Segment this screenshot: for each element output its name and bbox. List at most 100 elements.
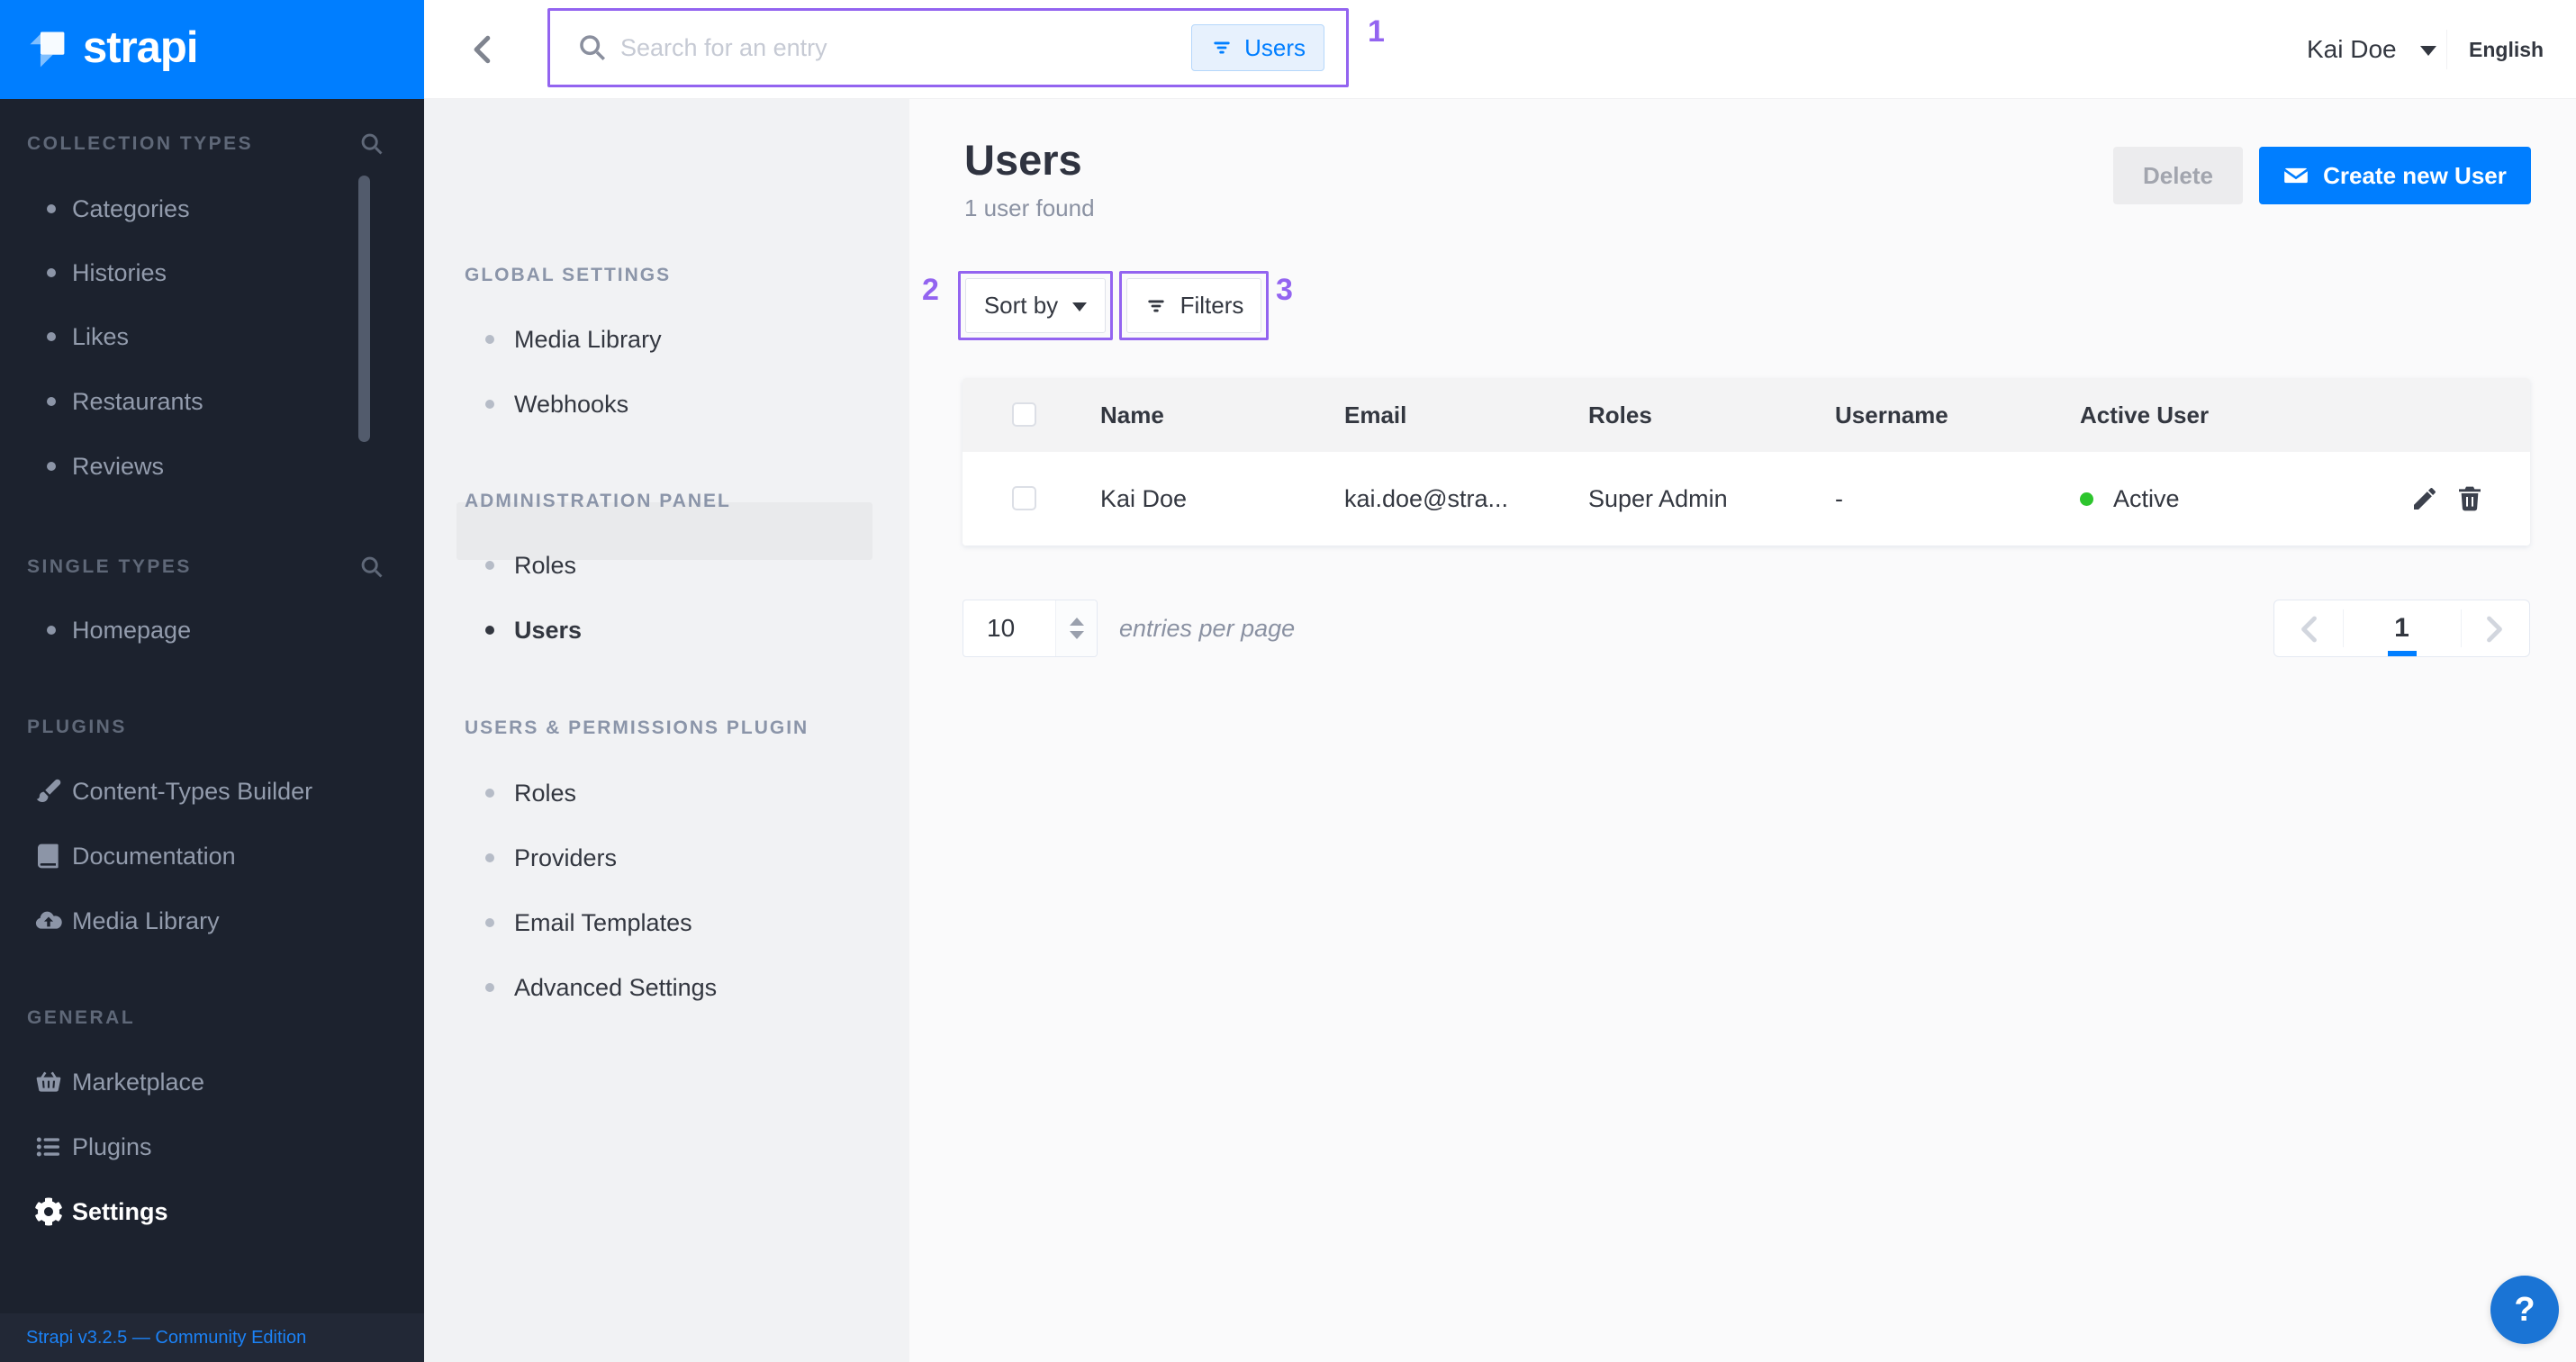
section-label: PLUGINS [27, 717, 127, 738]
help-button[interactable]: ? [2490, 1276, 2559, 1344]
settings-item-label: Roles [514, 552, 576, 580]
table-header-row: Name Email Roles Username Active User [963, 378, 2530, 452]
back-chevron-icon[interactable] [466, 32, 501, 67]
sidebar-item-label: Histories [72, 259, 167, 287]
cell-roles: Super Admin [1588, 452, 1728, 546]
main-content: Users 1 user found Delete Create new Use… [909, 99, 2576, 1362]
main-sidebar: strapi COLLECTION TYPES Categories Histo… [0, 0, 424, 1362]
bullet-icon [485, 561, 494, 570]
sort-by-label: Sort by [984, 292, 1058, 320]
settings-item-label: Webhooks [514, 391, 628, 419]
settings-item-label: Media Library [514, 326, 662, 354]
sidebar-item-media-library[interactable]: Media Library [0, 888, 424, 953]
users-table: Name Email Roles Username Active User Ka… [963, 378, 2530, 546]
page-size-select[interactable]: 10 [963, 600, 1098, 657]
sidebar-footer: Strapi v3.2.5 — Community Edition [0, 1313, 424, 1362]
settings-section-global: GLOBAL SETTINGS [424, 243, 909, 308]
search-icon[interactable] [359, 555, 384, 580]
settings-item-label: Advanced Settings [514, 974, 717, 1002]
sort-by-button[interactable]: Sort by [965, 278, 1106, 333]
settings-item-label: Providers [514, 844, 617, 872]
sidebar-item-documentation[interactable]: Documentation [0, 824, 424, 888]
sidebar-item-content-types-builder[interactable]: Content-Types Builder [0, 759, 424, 824]
sidebar-item-plugins[interactable]: Plugins [0, 1114, 424, 1179]
table-row[interactable]: Kai Doe kai.doe@stra... Super Admin - Ac… [963, 452, 2530, 546]
delete-button[interactable]: Delete [2113, 147, 2243, 204]
sidebar-item-label: Homepage [72, 617, 191, 645]
edit-pencil-icon[interactable] [2410, 484, 2439, 513]
pagination-divider [2461, 609, 2462, 647]
bullet-icon [47, 332, 56, 341]
status-label: Active [2113, 485, 2180, 513]
section-label: GENERAL [27, 1007, 135, 1029]
page-size-stepper[interactable] [1055, 600, 1097, 656]
trash-icon[interactable] [2455, 484, 2484, 513]
entries-per-page-label: entries per page [1119, 600, 1295, 657]
active-status-dot [2080, 492, 2093, 506]
bullet-icon [47, 462, 56, 471]
sidebar-item-reviews[interactable]: Reviews [0, 434, 424, 499]
strapi-version-link[interactable]: Strapi v3.2.5 — Community Edition [26, 1328, 306, 1348]
search-icon[interactable] [359, 131, 384, 157]
sidebar-item-label: Settings [72, 1198, 168, 1226]
chevron-right-icon[interactable] [2477, 613, 2509, 645]
settings-item-label: Roles [514, 780, 576, 807]
bullet-icon [47, 268, 56, 277]
search-tag-label: Users [1244, 34, 1306, 62]
filters-button[interactable]: Filters [1126, 278, 1261, 333]
sidebar-item-marketplace[interactable]: Marketplace [0, 1050, 424, 1114]
settings-item-users[interactable]: Users [424, 598, 909, 663]
sidebar-scrollbar[interactable] [358, 176, 370, 442]
section-collection-types: COLLECTION TYPES [0, 112, 424, 176]
cloud-upload-icon [34, 906, 63, 935]
row-checkbox[interactable] [1012, 486, 1036, 510]
chevron-down-icon[interactable] [2420, 46, 2436, 56]
sidebar-item-label: Content-Types Builder [72, 778, 312, 806]
select-all-checkbox[interactable] [1012, 402, 1036, 427]
settings-item-webhooks[interactable]: Webhooks [424, 372, 909, 437]
topbar: Users 1 Kai Doe English [424, 0, 2576, 99]
page-size-value: 10 [987, 600, 1015, 656]
search-input[interactable] [620, 34, 1125, 62]
basket-icon [34, 1068, 63, 1096]
settings-section-admin-panel: ADMINISTRATION PANEL [424, 469, 909, 534]
annotation-number-3: 3 [1276, 273, 1293, 308]
settings-sidebar: GLOBAL SETTINGS Media Library Webhooks A… [424, 99, 909, 1362]
pagination-page-1[interactable]: 1 [2343, 600, 2461, 656]
stepper-down-icon[interactable] [1070, 631, 1084, 639]
strapi-logo[interactable]: strapi [0, 0, 424, 99]
language-selector[interactable]: English [2469, 0, 2544, 99]
column-header-roles: Roles [1588, 378, 1652, 452]
column-header-name: Name [1100, 378, 1164, 452]
cell-name: Kai Doe [1100, 452, 1187, 546]
settings-item-email-templates[interactable]: Email Templates [424, 890, 909, 955]
paintbrush-icon [34, 777, 63, 806]
sidebar-item-label: Reviews [72, 453, 164, 481]
chevron-left-icon[interactable] [2294, 613, 2327, 645]
book-icon [34, 842, 63, 870]
section-label: SINGLE TYPES [27, 556, 192, 578]
sidebar-item-label: Marketplace [72, 1069, 204, 1096]
annotation-number-2: 2 [922, 273, 939, 308]
stepper-up-icon[interactable] [1070, 618, 1084, 626]
settings-item-up-roles[interactable]: Roles [424, 761, 909, 825]
cell-username: - [1835, 452, 1843, 546]
search-annotation-box: Users [547, 8, 1349, 87]
bullet-icon [485, 400, 494, 409]
settings-item-roles[interactable]: Roles [424, 533, 909, 598]
settings-item-providers[interactable]: Providers [424, 825, 909, 890]
user-menu[interactable]: Kai Doe [2307, 0, 2397, 99]
settings-item-advanced-settings[interactable]: Advanced Settings [424, 955, 909, 1020]
section-plugins: PLUGINS [0, 695, 424, 760]
sidebar-item-homepage[interactable]: Homepage [0, 598, 424, 663]
bullet-icon [47, 626, 56, 635]
pagination: 1 [2273, 600, 2530, 657]
create-new-user-button[interactable]: Create new User [2259, 147, 2531, 204]
settings-item-media-library[interactable]: Media Library [424, 307, 909, 372]
sidebar-item-label: Likes [72, 323, 129, 351]
caret-down-icon [1072, 302, 1087, 311]
column-header-active-user: Active User [2080, 378, 2209, 452]
search-filter-tag[interactable]: Users [1191, 24, 1324, 71]
sidebar-item-label: Documentation [72, 843, 236, 870]
sidebar-item-settings[interactable]: Settings [0, 1179, 424, 1244]
